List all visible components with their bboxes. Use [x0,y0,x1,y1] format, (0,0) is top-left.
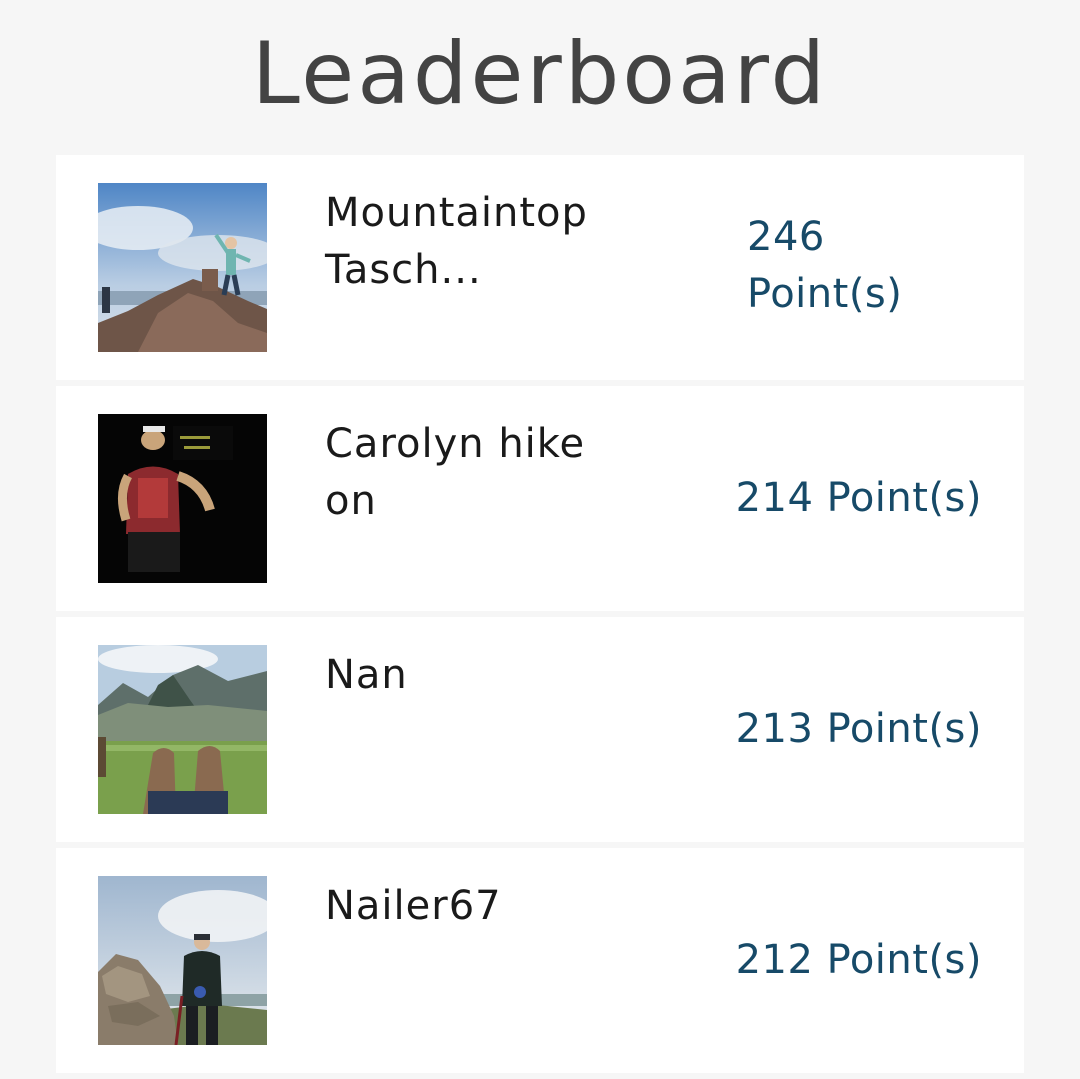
user-points: 246 Point(s) [747,214,903,317]
user-points: 212 Point(s) [735,937,982,983]
user-name[interactable]: Carolyn hike on [325,416,625,530]
avatar[interactable] [98,645,267,814]
hiker-with-headlamp-photo-icon [98,414,267,583]
leaderboard-row[interactable]: Mountaintop Tasch... 246 Point(s) [56,155,1024,380]
user-points: 214 Point(s) [735,475,982,521]
avatar[interactable] [98,414,267,583]
user-name[interactable]: Nan [325,647,625,704]
avatar[interactable] [98,183,267,352]
leaderboard-list: Mountaintop Tasch... 246 Point(s) Caroly… [56,155,1024,1079]
machu-picchu-boots-photo-icon [98,645,267,814]
page-title: Leaderboard [251,24,829,124]
user-name[interactable]: Mountaintop Tasch... [325,185,625,299]
hiker-by-cairn-photo-icon [98,876,267,1045]
user-name[interactable]: Nailer67 [325,878,625,935]
leaderboard-row[interactable]: Carolyn hike on 214 Point(s) [56,386,1024,611]
leaderboard-row[interactable]: Nan 213 Point(s) [56,617,1024,842]
leaderboard-row[interactable]: Nailer67 212 Point(s) [56,848,1024,1073]
avatar[interactable] [98,876,267,1045]
hiker-on-summit-photo-icon [98,183,267,352]
user-points: 213 Point(s) [735,706,982,752]
